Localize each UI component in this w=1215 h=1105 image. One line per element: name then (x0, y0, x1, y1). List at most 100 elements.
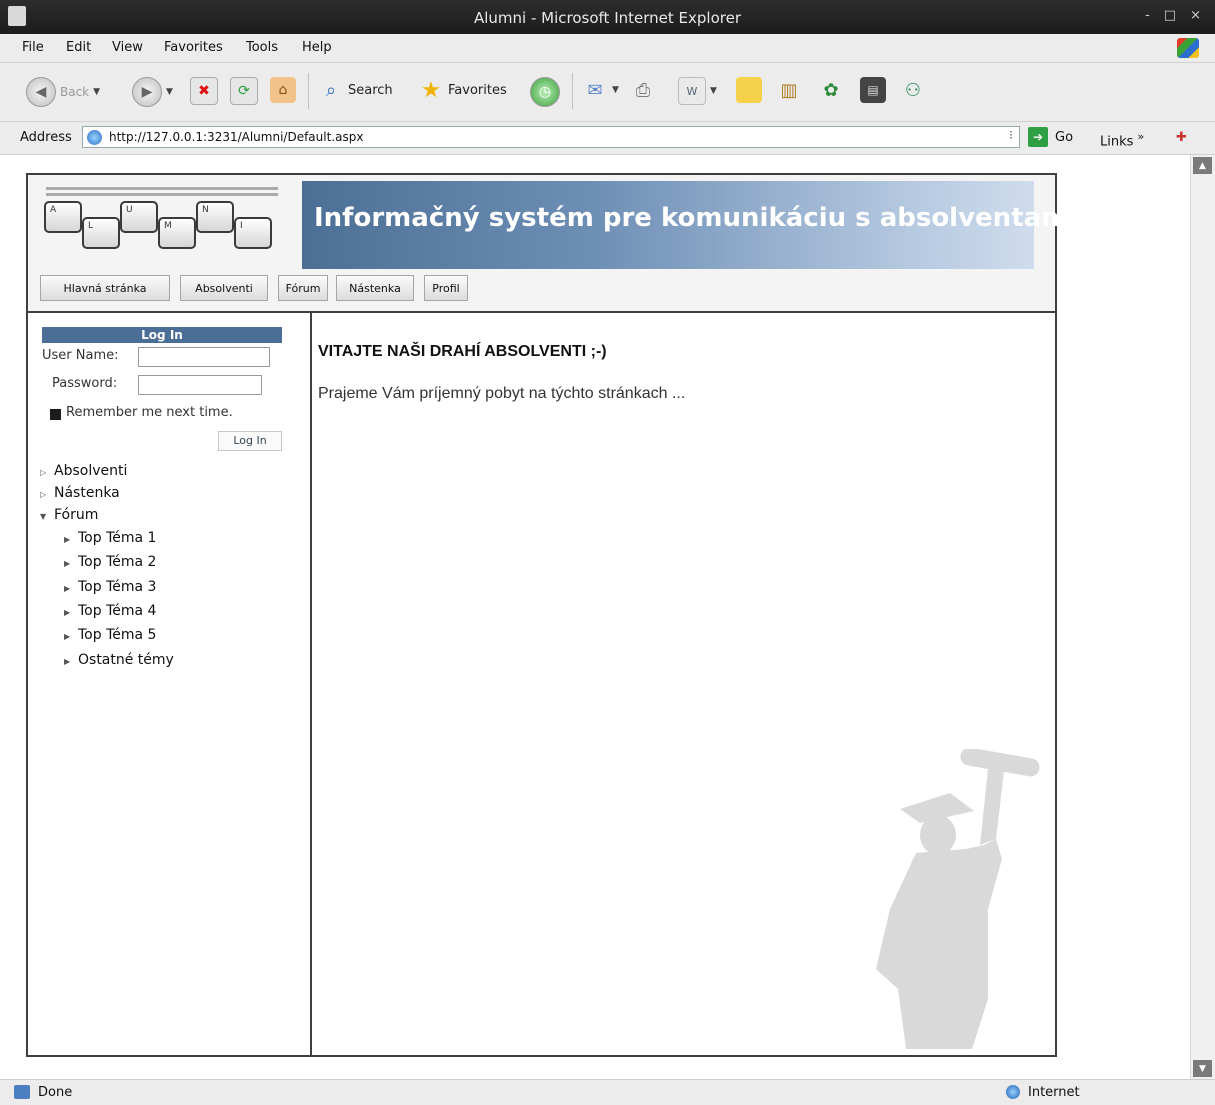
print-button[interactable]: ⎙ (630, 77, 656, 103)
nav-hlavna-stranka[interactable]: Hlavná stránka (40, 275, 170, 301)
links-label: Links (1100, 134, 1134, 150)
address-url[interactable]: http://127.0.0.1:3231/Alumni/Default.asp… (109, 130, 363, 144)
tree-item-top-tema-4[interactable]: ▶ Top Téma 4 (64, 603, 156, 619)
tree-expand-icon[interactable]: ▶ (64, 559, 78, 568)
menu-edit[interactable]: Edit (66, 40, 91, 55)
edit-dropdown-icon[interactable]: ▼ (710, 86, 717, 96)
scroll-down-icon[interactable]: ▼ (1193, 1060, 1212, 1077)
logo-key-l: L (82, 217, 120, 249)
menu-file[interactable]: File (22, 40, 44, 55)
sidebar: Log In User Name: Password: Remember me … (28, 313, 312, 1055)
home-button[interactable]: ⌂ (270, 77, 296, 103)
back-button[interactable]: ◀ Back ▼ (26, 77, 100, 107)
nav-forum[interactable]: Fórum (278, 275, 328, 301)
go-arrow-icon[interactable]: ➔ (1028, 127, 1048, 147)
discuss-button[interactable] (736, 77, 762, 103)
nav-nastenka[interactable]: Nástenka (336, 275, 414, 301)
forward-button[interactable]: ▶ ▼ (132, 77, 173, 107)
links-button[interactable]: Links » (1100, 130, 1144, 149)
main-content: VITAJTE NAŠI DRAHÍ ABSOLVENTI ;-) Prajem… (312, 313, 1055, 1055)
graduate-silhouette-image (876, 749, 1040, 1049)
tree-item-label: Fórum (54, 507, 99, 523)
research-button[interactable]: ▥ (776, 77, 802, 103)
tree-item-forum[interactable]: ▼ Fórum (40, 507, 98, 523)
minimize-button[interactable]: - (1145, 8, 1150, 23)
tree-expand-icon[interactable]: ▷ (40, 490, 54, 499)
media-button[interactable]: ▤ (860, 77, 886, 103)
messenger-icon: ✿ (823, 79, 839, 101)
favorites-label: Favorites (448, 82, 507, 98)
tree-item-label: Top Téma 1 (78, 530, 157, 546)
forward-dropdown-icon[interactable]: ▼ (166, 87, 173, 97)
tree-item-absolventi[interactable]: ▷ Absolventi (40, 463, 127, 479)
tree-expand-icon[interactable]: ▷ (40, 468, 54, 477)
extension-icon[interactable]: ✚ (1176, 130, 1187, 145)
address-dropdown-icon[interactable]: ⁝ (1009, 128, 1013, 142)
remember-me-checkbox[interactable] (50, 409, 61, 420)
address-label: Address (20, 130, 72, 145)
menu-view[interactable]: View (112, 40, 143, 55)
address-field[interactable]: http://127.0.0.1:3231/Alumni/Default.asp… (82, 126, 1020, 148)
tree-item-label: Absolventi (54, 463, 128, 479)
users-button[interactable]: ⚇ (900, 77, 926, 103)
scroll-up-icon[interactable]: ▲ (1193, 157, 1212, 174)
user-name-input[interactable] (138, 347, 270, 367)
back-dropdown-icon[interactable]: ▼ (93, 87, 100, 97)
logo-key-m: M (158, 217, 196, 249)
history-button[interactable]: ◷ (530, 77, 560, 107)
home-icon: ⌂ (270, 77, 296, 103)
stop-button[interactable]: ✖ (190, 77, 218, 105)
close-button[interactable]: × (1190, 8, 1201, 23)
window-controls: - □ × (1145, 8, 1201, 23)
tree-item-label: Top Téma 2 (78, 554, 157, 570)
menu-favorites[interactable]: Favorites (164, 40, 223, 55)
tree-expand-icon[interactable]: ▶ (64, 632, 78, 641)
tree-expand-icon[interactable]: ▶ (64, 535, 78, 544)
nav-absolventi[interactable]: Absolventi (180, 275, 268, 301)
vertical-scrollbar[interactable]: ▲ ▼ (1190, 155, 1215, 1079)
research-book-icon: ▥ (780, 79, 798, 101)
tree-expand-icon[interactable]: ▶ (64, 608, 78, 617)
tree-collapse-icon[interactable]: ▼ (40, 512, 54, 521)
mail-button[interactable]: ✉ ▼ (582, 77, 619, 103)
banner-title: Informačný systém pre komunikáciu s abso… (314, 203, 1078, 233)
tree-expand-icon[interactable]: ▶ (64, 584, 78, 593)
word-edit-icon: W (678, 77, 706, 105)
tree-expand-icon[interactable]: ▶ (64, 657, 78, 666)
go-button[interactable]: Go (1055, 130, 1073, 145)
internet-zone-icon (1006, 1085, 1020, 1099)
menu-bar: File Edit View Favorites Tools Help (0, 34, 1215, 63)
site-banner: Informačný systém pre komunikáciu s abso… (302, 181, 1077, 269)
logo-rule (46, 193, 278, 196)
password-input[interactable] (138, 375, 262, 395)
tree-item-label: Nástenka (54, 485, 120, 501)
tree-item-top-tema-2[interactable]: ▶ Top Téma 2 (64, 554, 156, 570)
mail-dropdown-icon[interactable]: ▼ (612, 85, 619, 95)
tree-item-nastenka[interactable]: ▷ Nástenka (40, 485, 120, 501)
messenger-button[interactable]: ✿ (818, 77, 844, 103)
nav-profil[interactable]: Profil (424, 275, 468, 301)
browser-toolbar: ◀ Back ▼ ▶ ▼ ✖ ⟳ ⌂ ⌕ Search ★ Favorites … (0, 63, 1215, 122)
tree-item-ostatne-temy[interactable]: ▶ Ostatné témy (64, 652, 174, 668)
stop-icon: ✖ (190, 77, 218, 105)
address-bar: Address http://127.0.0.1:3231/Alumni/Def… (0, 122, 1215, 155)
search-label: Search (348, 82, 393, 98)
tree-item-top-tema-5[interactable]: ▶ Top Téma 5 (64, 627, 156, 643)
maximize-button[interactable]: □ (1164, 8, 1176, 23)
edit-button[interactable]: W ▼ (678, 77, 717, 105)
search-icon: ⌕ (325, 79, 337, 101)
favorites-button[interactable]: ★ Favorites (418, 77, 507, 103)
refresh-button[interactable]: ⟳ (230, 77, 258, 105)
refresh-icon: ⟳ (230, 77, 258, 105)
menu-help[interactable]: Help (302, 40, 332, 55)
toolbar-separator (308, 73, 309, 109)
logo-key-n: N (196, 201, 234, 233)
tree-item-top-tema-3[interactable]: ▶ Top Téma 3 (64, 579, 156, 595)
menu-tools[interactable]: Tools (246, 40, 278, 55)
search-button[interactable]: ⌕ Search (318, 77, 393, 103)
welcome-text: Prajeme Vám príjemný pobyt na týchto str… (318, 385, 686, 402)
window-titlebar: Alumni - Microsoft Internet Explorer - □… (0, 0, 1215, 34)
login-button[interactable]: Log In (218, 431, 282, 451)
window-title: Alumni - Microsoft Internet Explorer (474, 9, 741, 27)
tree-item-top-tema-1[interactable]: ▶ Top Téma 1 (64, 530, 156, 546)
